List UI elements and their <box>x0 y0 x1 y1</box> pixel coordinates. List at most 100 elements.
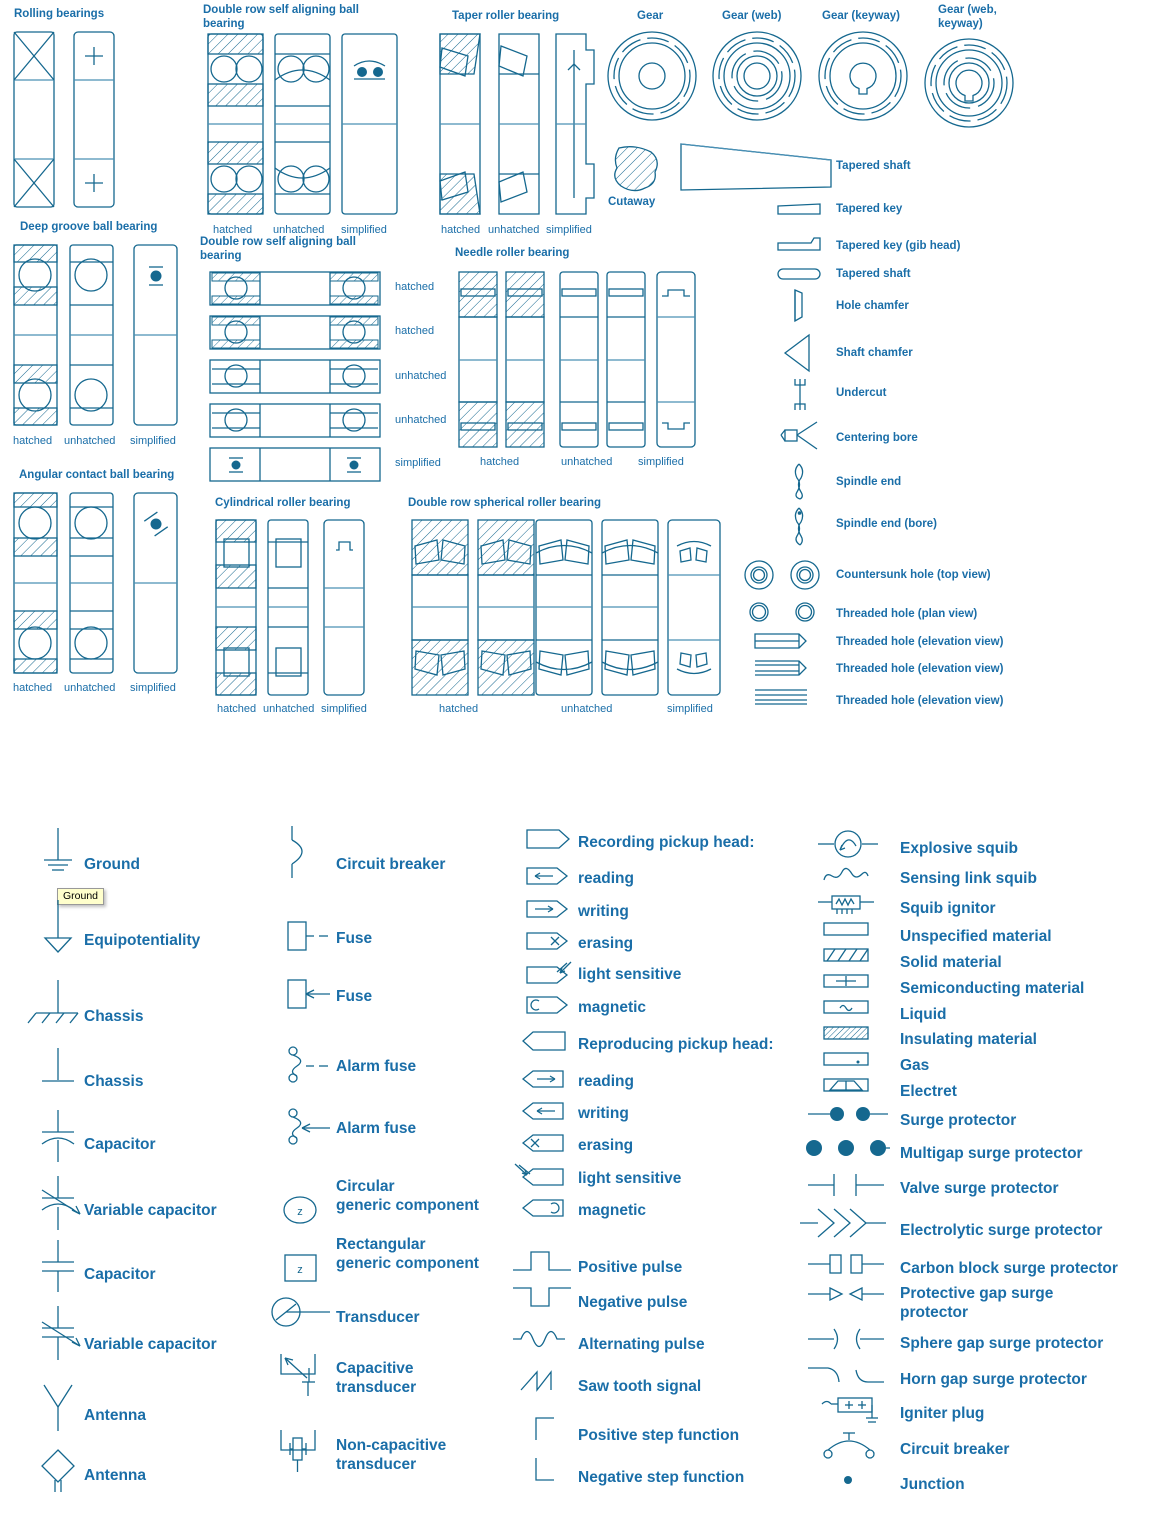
fuse-arrow-icon[interactable] <box>284 978 340 1012</box>
equipotentiality-icon[interactable] <box>36 900 82 958</box>
gas-icon[interactable] <box>823 1051 880 1069</box>
valve-surge-protector-icon[interactable] <box>808 1172 890 1198</box>
threaded-hole-elevation-view-2-figure[interactable] <box>755 658 821 678</box>
deep-groove-simplified-figure[interactable] <box>133 244 184 426</box>
multigap-surge-protector-icon[interactable] <box>800 1137 890 1159</box>
spindle-end-bore-figure[interactable] <box>791 506 815 546</box>
needle-roller-hatched-b-figure[interactable] <box>505 271 550 448</box>
antenna-diamond-icon[interactable] <box>36 1449 82 1494</box>
dr-self-aligning-h-unhatched-2-figure[interactable] <box>209 403 385 440</box>
cylindrical-roller-unhatched-figure[interactable] <box>267 519 314 696</box>
alarm-fuse-dashed-icon[interactable] <box>284 1046 344 1083</box>
generic-circular-icon[interactable]: z <box>282 1194 326 1228</box>
dr-spherical-unhatched-a-figure[interactable] <box>535 519 598 696</box>
transducer-icon[interactable] <box>268 1296 348 1328</box>
threaded-hole-plan-view-figure[interactable] <box>743 602 823 624</box>
deep-groove-unhatched-figure[interactable] <box>69 244 120 426</box>
dr-spherical-hatched-b-figure[interactable] <box>477 519 540 696</box>
head-r-right-icon[interactable] <box>526 899 581 919</box>
gear-plain-figure[interactable] <box>607 31 699 123</box>
capacitor-flat-icon[interactable] <box>36 1240 82 1296</box>
double-row-self-aligning-simplified-figure[interactable] <box>341 33 402 215</box>
head-l-mag-icon[interactable] <box>521 1198 575 1218</box>
rolling-bearing-plus-figure[interactable] <box>73 31 120 208</box>
needle-roller-unhatched-b-figure[interactable] <box>606 271 651 448</box>
carbon-block-surge-protector-icon[interactable] <box>808 1251 890 1277</box>
undercut-figure[interactable] <box>791 378 815 412</box>
explosive-squib-icon[interactable] <box>818 830 888 858</box>
needle-roller-hatched-a-figure[interactable] <box>458 271 503 448</box>
chassis-hatched-icon[interactable] <box>26 980 86 1028</box>
positive-step-icon[interactable] <box>528 1414 572 1444</box>
tapered-key-gib-head-figure[interactable] <box>777 237 826 254</box>
angular-contact-simplified-figure[interactable] <box>133 492 184 674</box>
head-l-right-icon[interactable] <box>521 1069 575 1089</box>
head-l-x-icon[interactable] <box>521 1133 575 1153</box>
shaft-chamfer-figure[interactable] <box>781 333 817 375</box>
head-l-plain-icon[interactable] <box>521 1030 575 1052</box>
hole-chamfer-figure[interactable] <box>791 288 817 326</box>
cylindrical-roller-simplified-figure[interactable] <box>323 519 370 696</box>
electrolytic-surge-protector-icon[interactable] <box>800 1206 892 1240</box>
surge-protector-icon[interactable] <box>808 1103 888 1125</box>
cutaway-figure[interactable] <box>611 144 667 196</box>
dr-self-aligning-h-hatched-1-figure[interactable] <box>209 271 385 308</box>
chassis-bar-icon[interactable] <box>36 1048 82 1092</box>
taper-roller-hatched-figure[interactable] <box>438 33 488 215</box>
igniter-plug-icon[interactable] <box>821 1396 892 1426</box>
tapered-shaft-large-figure[interactable] <box>680 143 836 195</box>
sensing-link-squib-icon[interactable] <box>822 866 882 886</box>
capacitor-curved-icon[interactable] <box>36 1110 82 1166</box>
non-capacitive-transducer-icon[interactable] <box>277 1428 331 1476</box>
gear-keyway-figure[interactable] <box>818 31 910 123</box>
cylindrical-roller-hatched-figure[interactable] <box>215 519 262 696</box>
dr-spherical-simplified-figure[interactable] <box>667 519 730 696</box>
centering-bore-figure[interactable] <box>780 420 823 452</box>
positive-pulse-icon[interactable] <box>513 1248 577 1276</box>
countersunk-hole-top-view-figure[interactable] <box>743 560 823 591</box>
negative-pulse-icon[interactable] <box>513 1284 577 1312</box>
head-l-left-icon[interactable] <box>521 1101 575 1121</box>
semiconducting-material-icon[interactable] <box>823 973 880 991</box>
dr-self-aligning-h-simplified-figure[interactable] <box>209 447 385 484</box>
junction-icon[interactable] <box>838 1470 864 1490</box>
alarm-fuse-arrow-icon[interactable] <box>284 1108 344 1145</box>
needle-roller-unhatched-a-figure[interactable] <box>559 271 604 448</box>
head-r-light-icon[interactable] <box>526 961 581 986</box>
head-r-left-icon[interactable] <box>526 866 581 886</box>
head-l-light-icon[interactable] <box>514 1163 575 1188</box>
dr-self-aligning-h-hatched-2-figure[interactable] <box>209 315 385 352</box>
unspecified-material-icon[interactable] <box>823 921 880 939</box>
horn-gap-surge-protector-icon[interactable] <box>808 1362 890 1386</box>
tapered-shaft-round-figure[interactable] <box>777 268 826 282</box>
negative-step-icon[interactable] <box>528 1456 572 1486</box>
solid-material-icon[interactable] <box>823 947 880 965</box>
circuit-breaker-contacts-icon[interactable] <box>822 1430 892 1460</box>
taper-roller-simplified-figure[interactable] <box>552 33 602 215</box>
needle-roller-simplified-figure[interactable] <box>656 271 701 448</box>
variable-capacitor-curved-icon[interactable] <box>36 1176 96 1234</box>
spindle-end-figure[interactable] <box>791 462 815 500</box>
generic-rectangular-icon[interactable]: z <box>282 1252 326 1286</box>
insulating-material-icon[interactable] <box>823 1025 880 1043</box>
threaded-hole-elevation-view-1-figure[interactable] <box>754 630 821 650</box>
head-r-mag-icon[interactable] <box>526 995 581 1015</box>
head-r-plain-icon[interactable] <box>526 828 581 850</box>
deep-groove-hatched-figure[interactable] <box>13 244 64 426</box>
electret-icon[interactable] <box>823 1077 880 1095</box>
threaded-hole-elevation-view-3-figure[interactable] <box>755 688 821 708</box>
ground-icon[interactable] <box>36 828 82 874</box>
dr-spherical-hatched-a-figure[interactable] <box>411 519 474 696</box>
circuit-breaker-arc-icon[interactable] <box>284 826 328 878</box>
dr-self-aligning-h-unhatched-1-figure[interactable] <box>209 359 385 396</box>
double-row-self-aligning-hatched-figure[interactable] <box>207 33 268 215</box>
double-row-self-aligning-unhatched-figure[interactable] <box>274 33 335 215</box>
angular-contact-hatched-figure[interactable] <box>13 492 64 674</box>
fuse-dashed-icon[interactable] <box>284 920 340 954</box>
dr-spherical-unhatched-b-figure[interactable] <box>601 519 664 696</box>
liquid-icon[interactable] <box>823 999 880 1017</box>
capacitive-transducer-icon[interactable] <box>277 1352 331 1400</box>
protective-gap-surge-protector-icon[interactable] <box>808 1283 890 1305</box>
gear-web-figure[interactable] <box>712 31 804 123</box>
rolling-bearing-cross-figure[interactable] <box>13 31 60 208</box>
